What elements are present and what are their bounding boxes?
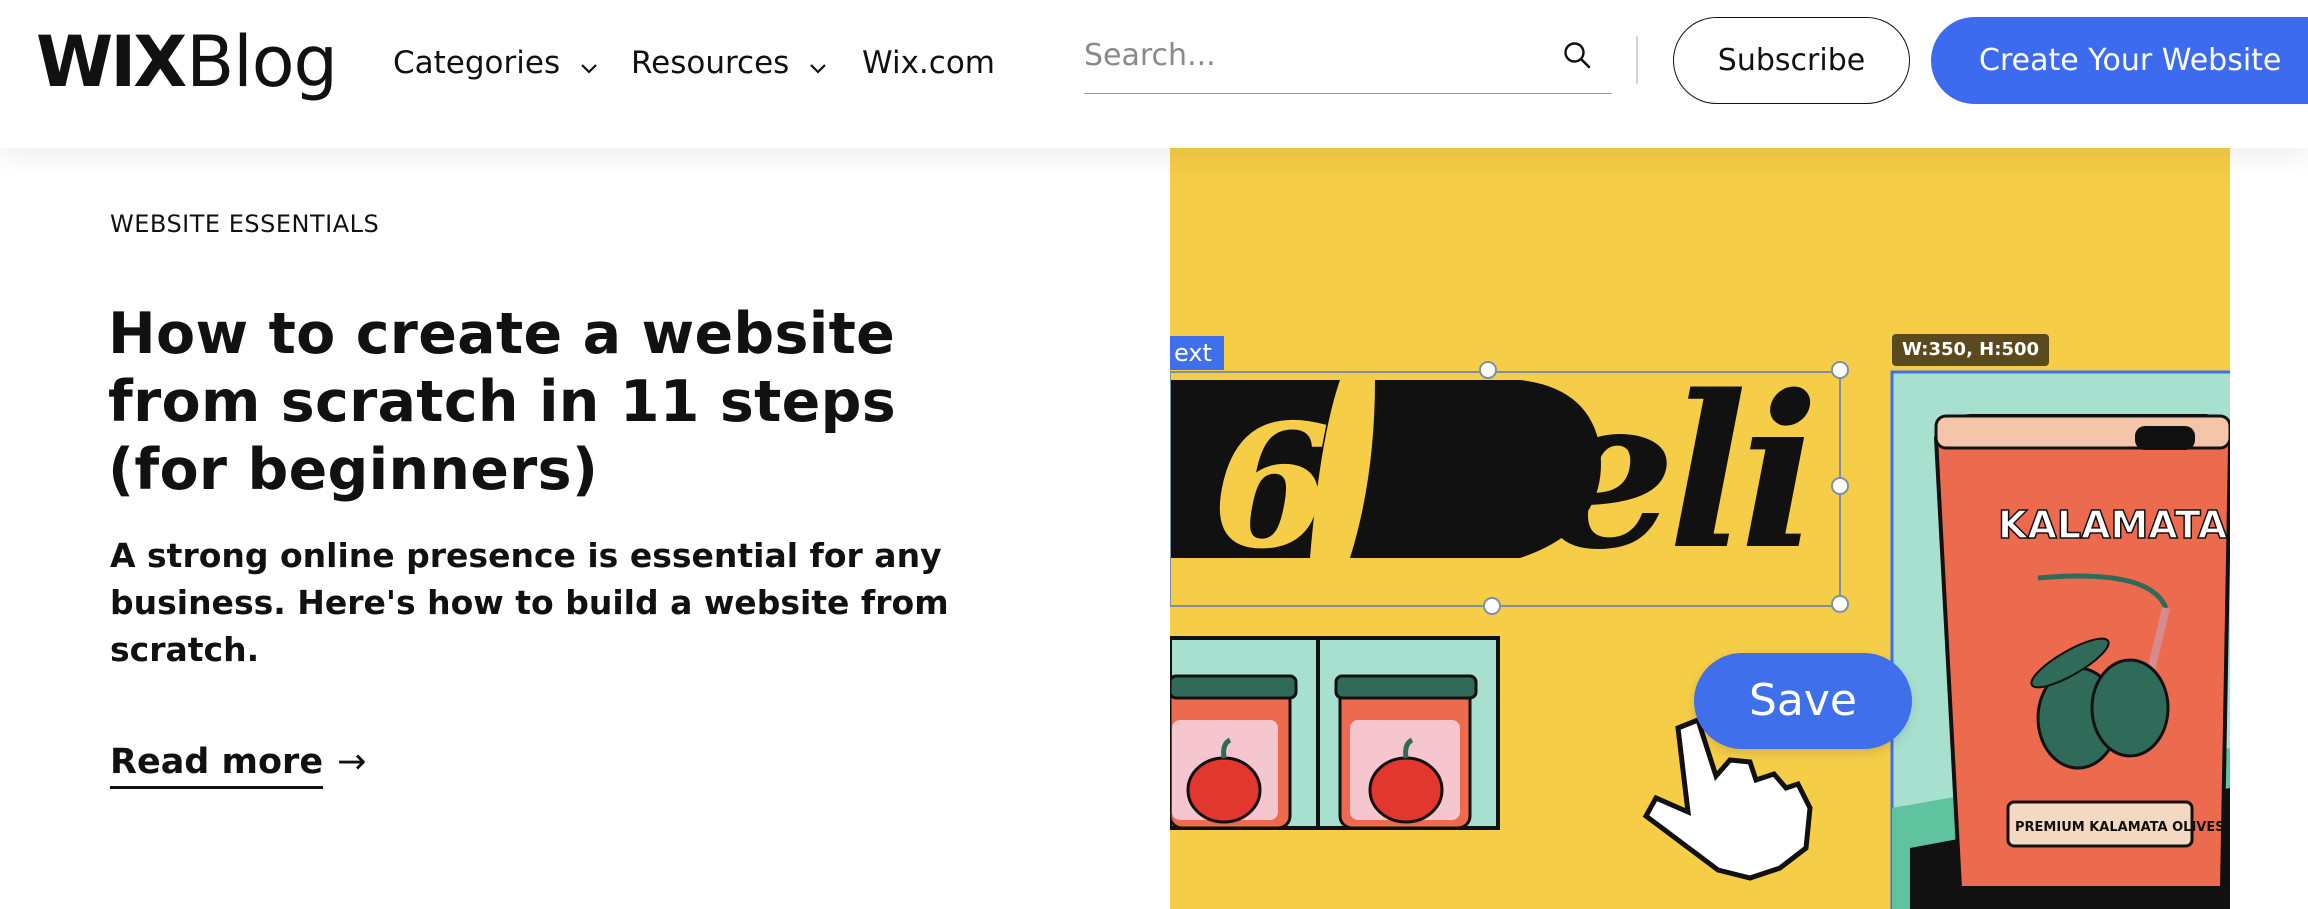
- deli-logo-graphic: 6 Deli: [1170, 349, 1819, 596]
- text-element-tag: ext: [1170, 336, 1224, 370]
- nav-categories-label: Categories: [393, 45, 561, 81]
- post-category[interactable]: WEBSITE ESSENTIALS: [110, 210, 379, 238]
- dimension-tag: W:350, H:500: [1892, 334, 2050, 366]
- chevron-down-icon: [809, 40, 827, 90]
- nav-categories[interactable]: Categories: [393, 38, 598, 88]
- site-header: WIXBlog Categories Resources Wix.com Sub…: [0, 0, 2308, 148]
- can-sublabel: PREMIUM KALAMATA OLIVES: [2015, 820, 2225, 835]
- nav-resources[interactable]: Resources: [631, 38, 827, 88]
- olive-can-graphic: KALAMATA PREMIUM KALAMATA OLIVES: [1890, 370, 2230, 909]
- create-website-button[interactable]: Create Your Website: [1931, 17, 2308, 104]
- deli-logo-number: 6: [1212, 387, 1330, 587]
- header-divider: [1636, 36, 1638, 84]
- search-icon[interactable]: [1562, 40, 1592, 74]
- subscribe-button[interactable]: Subscribe: [1673, 17, 1910, 104]
- logo-wix-text: WIX: [36, 21, 187, 103]
- wix-blog-logo[interactable]: WIXBlog: [36, 14, 338, 110]
- save-button-illustration: Save: [1694, 653, 1912, 749]
- nav-wix-com[interactable]: Wix.com: [862, 38, 995, 88]
- read-more-link[interactable]: Read more →: [110, 742, 367, 789]
- search-bar: [1084, 26, 1612, 94]
- read-more-label: Read more: [110, 742, 324, 789]
- hero-illustration: 6 Deli KALAMATA PREMIUM KALAMATA OLIVES: [1170, 349, 2230, 909]
- nav-resources-label: Resources: [631, 45, 790, 81]
- post-excerpt: A strong online presence is essential fo…: [110, 536, 949, 669]
- chevron-down-icon: [580, 40, 598, 90]
- logo-blog-text: Blog: [186, 21, 338, 103]
- search-input[interactable]: [1084, 26, 1544, 84]
- deli-logo-word: Deli: [1363, 349, 1811, 596]
- jar-shelf: [1170, 636, 1500, 830]
- post-title[interactable]: How to create a website from scratch in …: [108, 300, 928, 504]
- can-label: KALAMATA: [1998, 503, 2228, 547]
- post-cover-image[interactable]: 6 Deli KALAMATA PREMIUM KALAMATA OLIVES …: [1170, 148, 2230, 909]
- arrow-right-icon: →: [337, 742, 367, 782]
